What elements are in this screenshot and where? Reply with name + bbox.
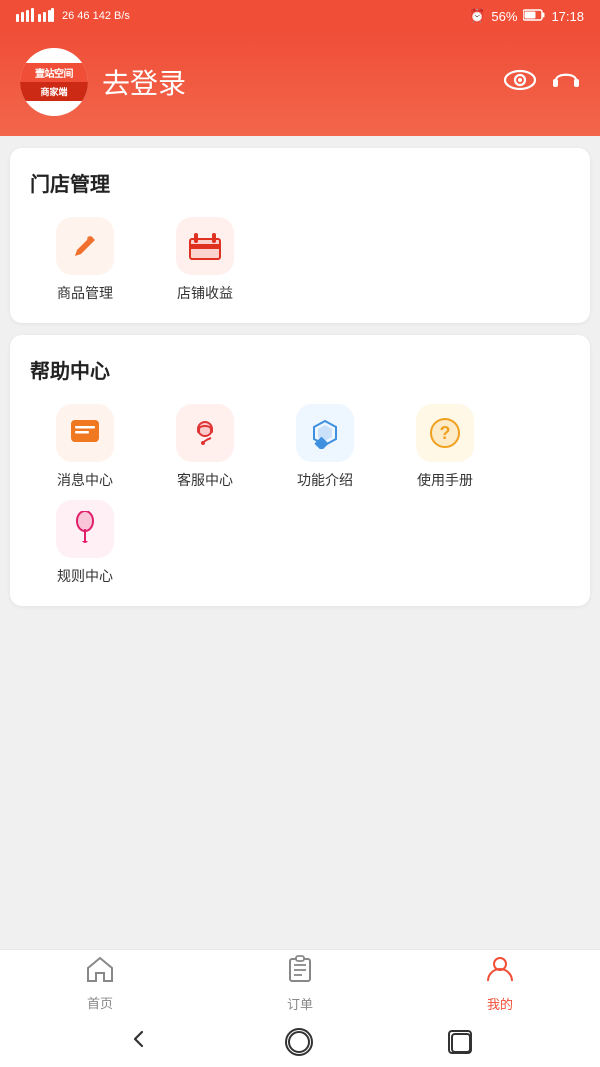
clock-icon: ⏰ — [469, 8, 485, 24]
battery-percent: 56% — [491, 9, 517, 24]
logo-top-text: 壹站空间 — [20, 63, 88, 82]
bottom-nav: 首页 订单 我的 — [0, 949, 600, 1017]
status-right: ⏰ 56% 17:18 — [469, 8, 584, 24]
user-manual-icon-box: ? — [416, 404, 474, 462]
nav-mine[interactable]: 我的 — [400, 950, 600, 1017]
product-management-item[interactable]: 商品管理 — [30, 217, 140, 303]
nav-orders[interactable]: 订单 — [200, 950, 400, 1017]
user-manual-label: 使用手册 — [417, 470, 473, 490]
product-management-label: 商品管理 — [57, 283, 113, 303]
orders-icon — [288, 955, 312, 990]
help-center-card: 帮助中心 消息中心 — [10, 335, 590, 606]
store-management-grid: 商品管理 店铺收益 — [30, 217, 570, 303]
status-signal — [16, 8, 54, 25]
user-manual-item[interactable]: ? 使用手册 — [390, 404, 500, 490]
status-data: 26 46 142 B/s — [62, 10, 130, 22]
customer-service-icon-box — [176, 404, 234, 462]
system-nav-bar — [0, 1017, 600, 1067]
store-revenue-icon-box — [176, 217, 234, 275]
message-center-label: 消息中心 — [57, 470, 113, 490]
headset-icon[interactable] — [552, 66, 580, 99]
logo-bottom-text: 商家端 — [20, 82, 88, 101]
feature-intro-item[interactable]: 功能介绍 — [270, 404, 380, 490]
main-content: 门店管理 商品管理 — [0, 136, 600, 949]
nav-home-label: 首页 — [87, 993, 113, 1012]
battery-icon — [523, 9, 545, 24]
store-revenue-label: 店铺收益 — [177, 283, 233, 303]
eye-icon[interactable] — [504, 67, 536, 98]
help-center-grid: 消息中心 客服中心 — [30, 404, 570, 586]
feature-icon-box — [296, 404, 354, 462]
nav-orders-label: 订单 — [287, 994, 313, 1013]
message-icon-box — [56, 404, 114, 462]
feature-intro-label: 功能介绍 — [297, 470, 353, 490]
header-left: 壹站空间 商家端 去登录 — [20, 48, 186, 116]
customer-service-label: 客服中心 — [177, 470, 233, 490]
store-revenue-item[interactable]: 店铺收益 — [150, 217, 260, 303]
rules-icon-box — [56, 500, 114, 558]
app-logo: 壹站空间 商家端 — [20, 48, 88, 116]
help-center-title: 帮助中心 — [30, 355, 570, 384]
time: 17:18 — [551, 9, 584, 24]
status-left: 26 46 142 B/s — [16, 8, 130, 25]
status-bar: 26 46 142 B/s ⏰ 56% 17:18 — [0, 0, 600, 32]
back-button[interactable] — [128, 1028, 150, 1056]
login-button[interactable]: 去登录 — [102, 62, 186, 102]
store-management-card: 门店管理 商品管理 — [10, 148, 590, 323]
svg-text:?: ? — [440, 423, 451, 443]
mine-icon — [486, 955, 514, 990]
product-icon-box — [56, 217, 114, 275]
rules-center-item[interactable]: 规则中心 — [30, 500, 140, 586]
nav-home[interactable]: 首页 — [0, 950, 200, 1017]
rules-center-label: 规则中心 — [57, 566, 113, 586]
header-icons — [504, 66, 580, 99]
home-system-button[interactable] — [285, 1028, 313, 1056]
customer-service-item[interactable]: 客服中心 — [150, 404, 260, 490]
nav-mine-label: 我的 — [487, 994, 513, 1013]
recents-button[interactable] — [448, 1030, 472, 1054]
home-icon — [86, 956, 114, 989]
store-management-title: 门店管理 — [30, 168, 570, 197]
message-center-item[interactable]: 消息中心 — [30, 404, 140, 490]
